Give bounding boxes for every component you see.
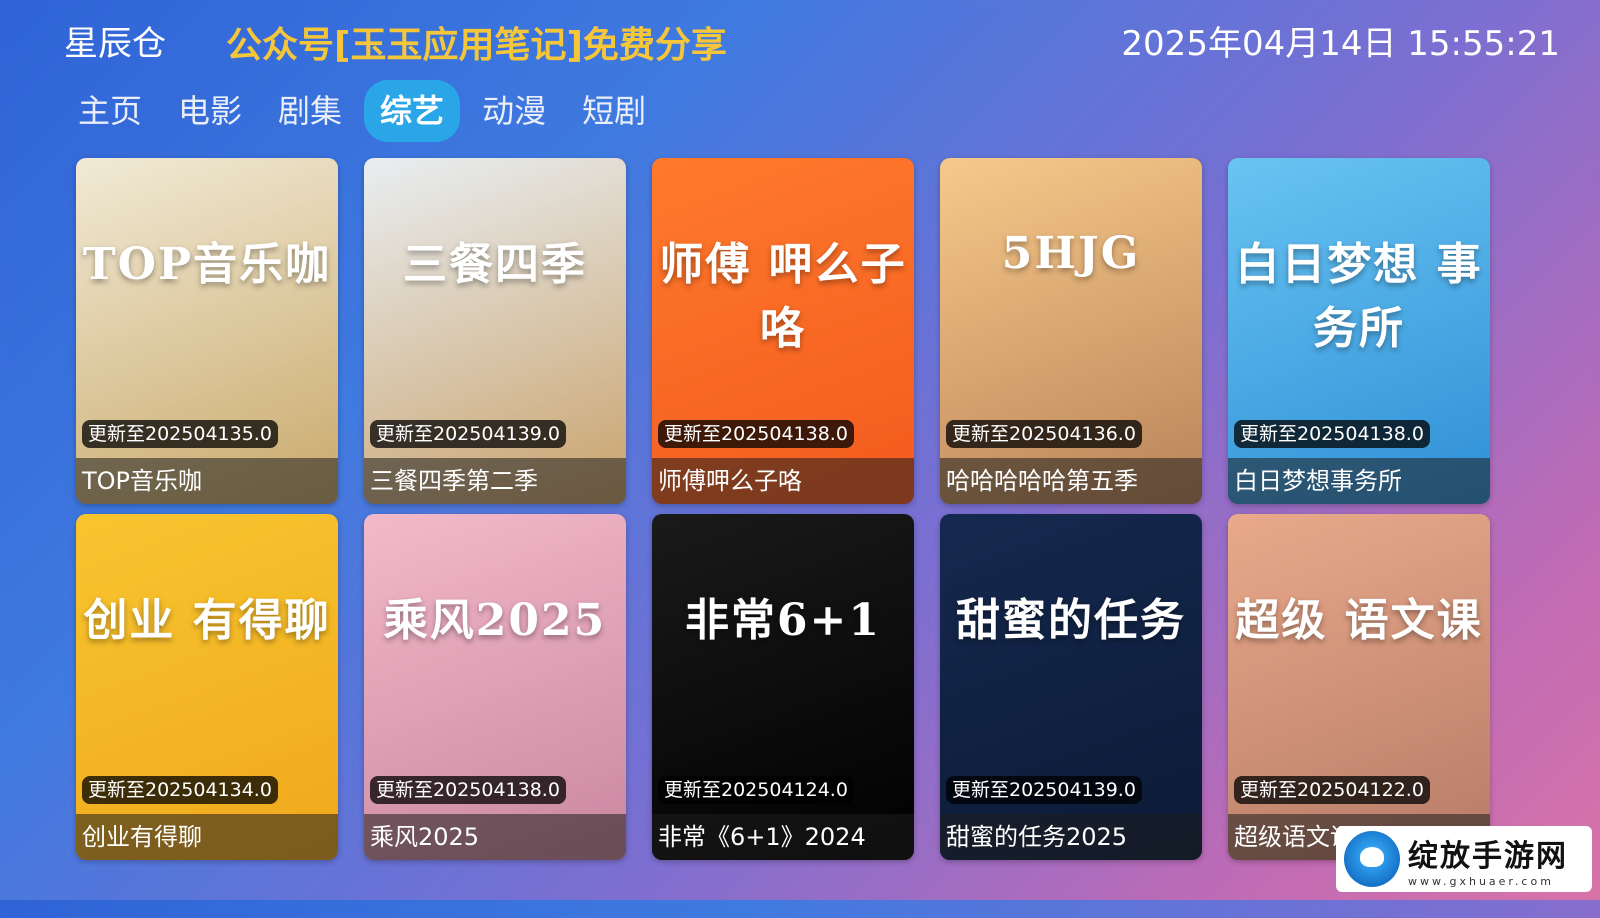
category-tabs: 主页 电影 剧集 综艺 动漫 短剧: [64, 80, 660, 142]
show-card[interactable]: 创业 有得聊 更新至202504134.0 创业有得聊: [76, 514, 338, 860]
poster-image: TOP音乐咖: [76, 158, 338, 504]
site-watermark: 绽放手游网 www.gxhuaer.com: [1336, 826, 1592, 892]
show-title: 甜蜜的任务2025: [940, 814, 1202, 860]
poster-title-art: 白日梦想 事务所: [1235, 239, 1483, 354]
tab-variety[interactable]: 综艺: [364, 80, 461, 142]
show-card[interactable]: 师傅 呷么子咯 更新至202504138.0 师傅呷么子咯: [652, 158, 914, 504]
update-badge: 更新至202504124.0: [658, 776, 854, 804]
update-badge: 更新至202504135.0: [82, 420, 278, 448]
show-card[interactable]: 超级 语文课 更新至202504122.0 超级语文课: [1228, 514, 1490, 860]
update-badge: 更新至202504138.0: [658, 420, 854, 448]
tab-movies[interactable]: 电影: [164, 80, 256, 142]
show-title: 创业有得聊: [76, 814, 338, 860]
octopus-logo-icon: [1344, 831, 1400, 887]
poster-image: 白日梦想 事务所: [1228, 158, 1490, 504]
update-badge: 更新至202504122.0: [1234, 776, 1430, 804]
tab-anime[interactable]: 动漫: [468, 80, 560, 142]
poster-title-art: 5HJG: [1001, 228, 1141, 279]
update-badge: 更新至202504134.0: [82, 776, 278, 804]
show-title: 三餐四季第二季: [364, 458, 626, 504]
poster-title-art: 甜蜜的任务: [956, 595, 1186, 646]
poster-image: 创业 有得聊: [76, 514, 338, 860]
poster-title-art: 超级 语文课: [1235, 595, 1483, 646]
show-card[interactable]: 非常6+1 更新至202504124.0 非常《6+1》2024: [652, 514, 914, 860]
poster-image: 超级 语文课: [1228, 514, 1490, 860]
content-grid: TOP音乐咖 更新至202504135.0 TOP音乐咖 三餐四季 更新至202…: [76, 158, 1516, 918]
poster-title-art: 三餐四季: [403, 239, 587, 290]
app-name: 星辰仓: [64, 24, 166, 64]
show-title: 师傅呷么子咯: [652, 458, 914, 504]
poster-image: 师傅 呷么子咯: [652, 158, 914, 504]
show-card[interactable]: TOP音乐咖 更新至202504135.0 TOP音乐咖: [76, 158, 338, 504]
tab-home[interactable]: 主页: [64, 80, 156, 142]
show-title: TOP音乐咖: [76, 458, 338, 504]
show-title: 哈哈哈哈哈第五季: [940, 458, 1202, 504]
poster-title-art: 非常6+1: [684, 595, 882, 646]
show-card[interactable]: 甜蜜的任务 更新至202504139.0 甜蜜的任务2025: [940, 514, 1202, 860]
update-badge: 更新至202504136.0: [946, 420, 1142, 448]
show-title: 非常《6+1》2024: [652, 814, 914, 860]
show-card[interactable]: 三餐四季 更新至202504139.0 三餐四季第二季: [364, 158, 626, 504]
show-card[interactable]: 乘风2025 更新至202504138.0 乘风2025: [364, 514, 626, 860]
poster-image: 非常6+1: [652, 514, 914, 860]
poster-image: 乘风2025: [364, 514, 626, 860]
promo-text: 公众号[玉玉应用笔记]免费分享: [226, 25, 727, 66]
show-title: 白日梦想事务所: [1228, 458, 1490, 504]
show-title: 乘风2025: [364, 814, 626, 860]
tab-series[interactable]: 剧集: [264, 80, 356, 142]
watermark-url: www.gxhuaer.com: [1408, 874, 1554, 888]
tab-short-drama[interactable]: 短剧: [568, 80, 660, 142]
update-badge: 更新至202504139.0: [370, 420, 566, 448]
update-badge: 更新至202504138.0: [370, 776, 566, 804]
watermark-text: 绽放手游网: [1408, 838, 1568, 874]
poster-title-art: 师傅 呷么子咯: [659, 239, 907, 354]
poster-image: 5HJG: [940, 158, 1202, 504]
update-badge: 更新至202504138.0: [1234, 420, 1430, 448]
show-card[interactable]: 白日梦想 事务所 更新至202504138.0 白日梦想事务所: [1228, 158, 1490, 504]
poster-image: 三餐四季: [364, 158, 626, 504]
update-badge: 更新至202504139.0: [946, 776, 1142, 804]
poster-title-art: 乘风2025: [383, 595, 607, 646]
poster-image: 甜蜜的任务: [940, 514, 1202, 860]
poster-title-art: TOP音乐咖: [82, 239, 332, 290]
header-bar: 星辰仓 公众号[玉玉应用笔记]免费分享 2025年04月14日 15:55:21: [0, 0, 1600, 78]
poster-title-art: 创业 有得聊: [83, 595, 331, 646]
datetime-clock: 2025年04月14日 15:55:21: [1121, 24, 1560, 64]
show-card[interactable]: 5HJG 更新至202504136.0 哈哈哈哈哈第五季: [940, 158, 1202, 504]
watermark-text-wrap: 绽放手游网 www.gxhuaer.com: [1408, 831, 1568, 888]
